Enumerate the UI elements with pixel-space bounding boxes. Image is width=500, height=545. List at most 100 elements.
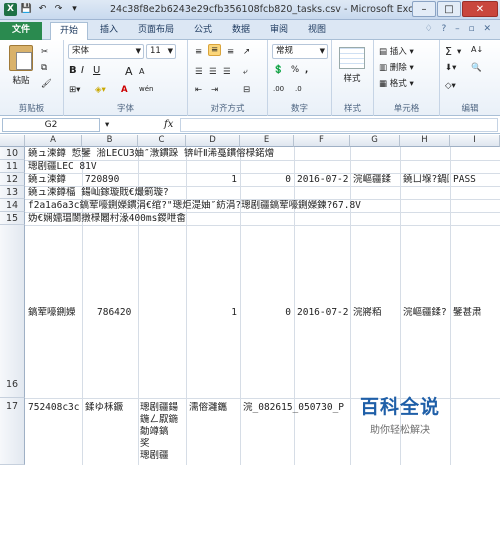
find-select-button[interactable]: 🔍	[470, 62, 483, 74]
currency-icon[interactable]: 💲	[272, 64, 285, 76]
comma-button[interactable]: ,	[304, 64, 309, 76]
increase-decimal-button[interactable]: .00	[272, 84, 285, 94]
row-header[interactable]: 12	[0, 173, 25, 186]
number-format-select[interactable]: 常规 ▼	[272, 44, 328, 59]
percent-button[interactable]: %	[290, 64, 300, 76]
row-header[interactable]: 17	[0, 398, 25, 465]
tab-page-layout[interactable]: 页面布局	[130, 22, 182, 40]
tab-insert[interactable]: 插入	[92, 22, 126, 40]
cell-a15[interactable]: 妫€娴嬬瑥閬撴椂闂村湪400ms鍐呭畬	[28, 213, 498, 224]
align-bottom-icon[interactable]: ≡	[226, 46, 235, 58]
row-header[interactable]: 15	[0, 212, 25, 225]
cell-a10[interactable]: 鐃ュ湅鐏 悊鐾 湁LECU3妯″潡鏆跺 锛屽Ⅱ浠戞鏆傛椂鍩熷	[28, 148, 498, 159]
insert-function-button[interactable]: fx	[164, 119, 173, 130]
format-painter-icon[interactable]: 🖌	[40, 78, 53, 90]
cell-a16[interactable]: 鎬荤嚎鍘嬫	[28, 307, 82, 318]
decrease-indent-icon[interactable]: ⇤	[194, 84, 203, 96]
chevron-down-icon[interactable]: ▾	[456, 46, 462, 58]
minimize-button[interactable]: –	[412, 1, 436, 17]
shrink-font-button[interactable]: A	[138, 66, 145, 77]
formula-input[interactable]	[180, 118, 498, 132]
align-top-icon[interactable]: ≡	[194, 46, 203, 58]
copy-icon[interactable]: ⧉	[40, 62, 48, 74]
align-middle-icon[interactable]: ≡	[208, 44, 222, 56]
column-header-e[interactable]: E	[240, 135, 294, 147]
cell-f12[interactable]: 2016-07-2	[297, 174, 349, 185]
cell-d16[interactable]: 1	[186, 307, 237, 318]
column-header-f[interactable]: F	[294, 135, 350, 147]
increase-indent-icon[interactable]: ⇥	[210, 84, 219, 96]
column-header-g[interactable]: G	[350, 135, 400, 147]
cell-b12[interactable]: 720890	[85, 174, 137, 185]
cell-g16[interactable]: 浣嶈粨	[353, 307, 399, 318]
font-name-select[interactable]: 宋体 ▼	[68, 44, 144, 59]
border-icon[interactable]: ⊞▾	[68, 84, 81, 96]
cell-i12[interactable]: PASS	[453, 174, 499, 185]
fill-color-icon[interactable]: ◈▾	[94, 84, 107, 96]
row-header[interactable]: 16	[0, 225, 25, 398]
align-center-icon[interactable]: ☰	[208, 66, 218, 78]
cell-h16[interactable]: 浣嶇疆鍒?	[403, 307, 449, 318]
clear-icon[interactable]: ◇▾	[444, 80, 457, 92]
tab-data[interactable]: 数据	[224, 22, 258, 40]
close-button[interactable]: ✕	[462, 1, 498, 17]
font-color-button[interactable]: A	[120, 84, 129, 96]
cell-a14[interactable]: f2a1a6a3c鎬荤嚎鍘嬫鏆涓€绾?"璁炬湜妯″紡涓?璁剧疆鎬荤嚎鍘嬫鍊?67…	[28, 200, 498, 211]
sort-filter-button[interactable]: A↓	[470, 44, 484, 55]
cell-a17[interactable]: 752408c3c	[28, 402, 82, 413]
tab-review[interactable]: 审阅	[262, 22, 296, 40]
bold-button[interactable]: B	[68, 64, 78, 77]
cell-f16[interactable]: 2016-07-2	[297, 307, 349, 318]
cell-e12[interactable]: 0	[240, 174, 291, 185]
cell-b17[interactable]: 鍒ゆ柇鐝	[85, 402, 137, 413]
cell-h12[interactable]: 鐃ㄩ堢?鍋囬	[403, 174, 449, 185]
cell-g12[interactable]: 浣嶇疆鍒	[353, 174, 399, 185]
column-header-h[interactable]: H	[400, 135, 450, 147]
tab-formulas[interactable]: 公式	[186, 22, 220, 40]
row-header[interactable]: 13	[0, 186, 25, 199]
name-box[interactable]: G2	[2, 118, 100, 132]
cell-d12[interactable]: 1	[186, 174, 237, 185]
tab-view[interactable]: 视图	[300, 22, 334, 40]
column-header-c[interactable]: C	[138, 135, 186, 147]
redo-icon[interactable]: ↷	[52, 3, 65, 16]
name-box-dropdown-icon[interactable]: ▾	[104, 119, 110, 131]
cell-e17[interactable]: 浣_082615_050730_P	[243, 402, 353, 413]
align-right-icon[interactable]: ☰	[222, 66, 232, 78]
grow-font-button[interactable]: A	[124, 64, 134, 79]
font-size-select[interactable]: 11 ▼	[146, 44, 176, 59]
select-all-corner[interactable]	[0, 135, 25, 147]
autosum-button[interactable]: Σ	[444, 44, 453, 59]
align-left-icon[interactable]: ☰	[194, 66, 204, 78]
tab-home[interactable]: 开始	[50, 22, 88, 40]
cell-a11[interactable]: 璁剧疆LEC 81V	[28, 161, 498, 172]
tab-file[interactable]: 文件	[0, 22, 42, 40]
cell-d17[interactable]: 濡傛灉鑴	[189, 402, 240, 413]
cell-a13[interactable]: 鐃ュ湅鐏楅 鍚屾鎵璇戝€熶箣璇?	[28, 187, 498, 198]
styles-button[interactable]: 样式	[338, 46, 366, 85]
customize-qat-icon[interactable]: ▾	[68, 3, 81, 16]
cell-a12[interactable]: 鐃ュ湅鐏	[28, 174, 82, 185]
underline-button[interactable]: U	[92, 64, 101, 77]
cell-c17[interactable]: 璁剧疆鍚	[140, 402, 186, 413]
orientation-icon[interactable]: ↗	[242, 46, 251, 58]
insert-cells-button[interactable]: ▤ 插入 ▾	[378, 44, 415, 58]
cell-b16[interactable]: 786420	[97, 307, 137, 318]
wrap-text-icon[interactable]: ⤶	[242, 66, 249, 78]
column-header-b[interactable]: B	[82, 135, 138, 147]
column-header-i[interactable]: I	[450, 135, 500, 147]
cut-icon[interactable]: ✂	[40, 46, 49, 58]
undo-icon[interactable]: ↶	[36, 3, 49, 16]
phonetic-button[interactable]: wén	[138, 84, 154, 94]
column-header-d[interactable]: D	[186, 135, 240, 147]
cell-e16[interactable]: 0	[240, 307, 291, 318]
ribbon-window-controls[interactable]: ♢ ? – ▫ ✕	[425, 24, 494, 34]
paste-button[interactable]: 粘贴	[6, 44, 36, 87]
delete-cells-button[interactable]: ▥ 删除 ▾	[378, 60, 415, 74]
format-cells-button[interactable]: ▦ 格式 ▾	[378, 76, 415, 90]
row-header[interactable]: 10	[0, 147, 25, 160]
fill-icon[interactable]: ⬇▾	[444, 62, 457, 74]
row-header[interactable]: 14	[0, 199, 25, 212]
merge-cells-icon[interactable]: ⊟	[242, 84, 251, 96]
maximize-button[interactable]: □	[437, 1, 461, 17]
